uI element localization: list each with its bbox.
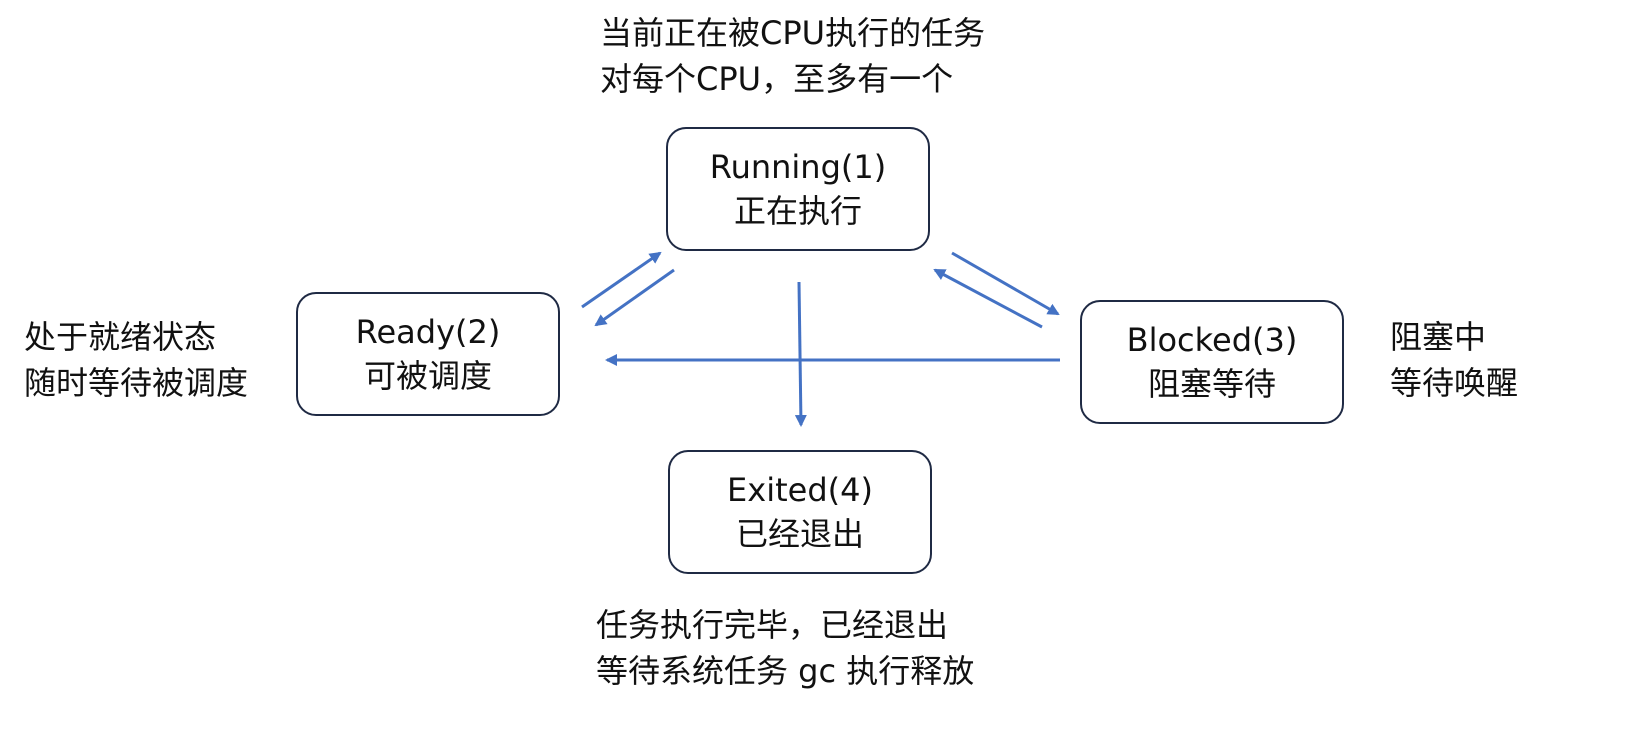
arrow-ready-to-running (581, 251, 662, 309)
state-running-desc: 正在执行 (733, 192, 862, 230)
note-exited-line-2: 等待系统任务 gc 执行释放 (596, 652, 975, 690)
note-running-line-1: 当前正在被CPU执行的任务 (600, 14, 986, 52)
note-ready: 处于就绪状态 随时等待被调度 (24, 314, 248, 406)
note-exited: 任务执行完毕，已经退出 等待系统任务 gc 执行释放 (596, 602, 974, 694)
arrow-running-to-exited (794, 281, 807, 427)
state-ready-name: Ready(2) (355, 313, 501, 351)
note-blocked: 阻塞中 等待唤醒 (1390, 314, 1518, 406)
state-ready: Ready(2) 可被调度 (296, 292, 560, 416)
state-blocked-name: Blocked(3) (1126, 321, 1298, 359)
note-exited-line-1: 任务执行完毕，已经退出 (596, 606, 949, 644)
note-blocked-line-1: 阻塞中 (1390, 318, 1487, 356)
arrow-running-to-blocked (951, 251, 1060, 316)
state-running-name: Running(1) (709, 148, 887, 186)
state-blocked-desc: 阻塞等待 (1147, 365, 1276, 403)
state-exited-name: Exited(4) (727, 471, 873, 509)
state-ready-desc: 可被调度 (363, 357, 492, 395)
state-running: Running(1) 正在执行 (666, 127, 930, 251)
arrow-blocked-to-running (933, 268, 1043, 329)
note-blocked-line-2: 等待唤醒 (1390, 364, 1519, 402)
state-exited: Exited(4) 已经退出 (668, 450, 932, 574)
note-running: 当前正在被CPU执行的任务 对每个CPU，至多有一个 (600, 10, 985, 102)
arrow-running-to-ready (594, 268, 675, 327)
note-ready-line-1: 处于就绪状态 (24, 318, 217, 356)
note-ready-line-2: 随时等待被调度 (24, 364, 249, 402)
state-blocked: Blocked(3) 阻塞等待 (1080, 300, 1344, 424)
note-running-line-2: 对每个CPU，至多有一个 (600, 60, 954, 98)
state-exited-desc: 已经退出 (735, 515, 864, 553)
